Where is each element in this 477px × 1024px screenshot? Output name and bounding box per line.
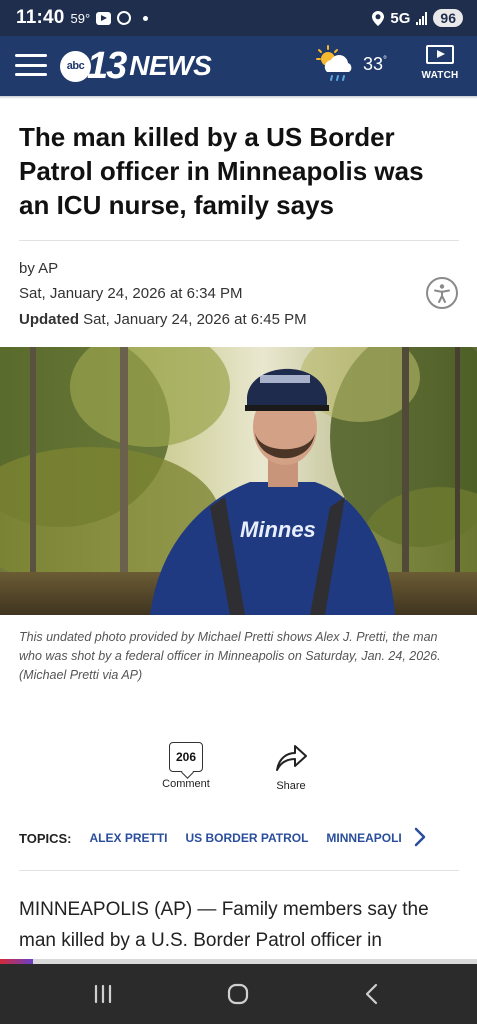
updated-date: Updated Sat, January 24, 2026 at 6:45 PM — [19, 311, 307, 328]
topic-minneapolis[interactable]: MINNEAPOLIS — [326, 831, 402, 845]
share-button[interactable]: Share — [260, 742, 322, 792]
jersey-text: Minnes — [240, 517, 316, 542]
back-icon[interactable] — [354, 982, 390, 1006]
photo-caption: This undated photo provided by Michael P… — [19, 630, 441, 682]
article-photo[interactable]: Minnes — [0, 347, 477, 615]
youtube-notification-icon — [96, 11, 112, 25]
topics-bar: TOPICS: ALEX PRETTI US BORDER PATROL MIN… — [19, 828, 469, 848]
weather-widget[interactable]: 33° — [313, 44, 387, 84]
comment-label: Comment — [162, 778, 210, 790]
partly-cloudy-rain-icon — [316, 45, 352, 81]
article-actions: 206 Comment Share — [0, 742, 477, 802]
system-nav-bar — [0, 964, 477, 1024]
article-byline: by AP — [19, 260, 59, 277]
home-icon[interactable] — [220, 982, 256, 1006]
battery-level: 96 — [433, 9, 463, 27]
status-time: 11:40 — [16, 7, 65, 28]
topic-alex-pretti[interactable]: ALEX PRETTI — [90, 831, 168, 845]
share-icon — [276, 745, 307, 771]
article-body: MINNEAPOLIS (AP) — Family members say th… — [19, 899, 429, 951]
article-headline: The man killed by a US Border Patrol off… — [19, 122, 424, 220]
app-header: abc 13 NEWS 33° WATCH — [0, 36, 477, 96]
published-date: Sat, January 24, 2026 at 6:34 PM — [19, 285, 243, 302]
accessibility-icon — [434, 284, 450, 303]
accessibility-button[interactable] — [426, 277, 458, 309]
current-temperature: 33° — [363, 53, 388, 74]
abc13-news-logo[interactable]: abc 13 NEWS — [60, 45, 212, 87]
divider — [19, 870, 459, 871]
header-shadow — [0, 96, 477, 99]
app-notification-icon — [117, 11, 132, 25]
signal-strength-icon — [416, 11, 428, 25]
more-notifications-dot-icon — [143, 15, 149, 21]
logo-number: 13 — [87, 45, 127, 87]
comment-count: 206 — [169, 742, 203, 772]
location-pin-icon — [372, 10, 385, 26]
share-label: Share — [276, 780, 306, 792]
topic-us-border-patrol[interactable]: US BORDER PATROL — [186, 831, 309, 845]
divider — [19, 240, 459, 241]
topics-label: TOPICS: — [19, 830, 72, 846]
network-type: 5G — [390, 9, 411, 27]
status-bar: 11:40 59° 5G 96 — [0, 0, 477, 36]
recent-apps-icon[interactable] — [85, 982, 121, 1006]
menu-icon[interactable] — [15, 54, 47, 76]
watch-button[interactable]: WATCH — [418, 42, 462, 90]
chevron-right-icon[interactable] — [412, 827, 428, 847]
article-photo-image: Minnes — [0, 347, 477, 615]
status-temperature: 59° — [70, 10, 91, 26]
logo-news: NEWS — [129, 50, 212, 81]
play-icon — [426, 45, 454, 64]
comment-button[interactable]: 206 Comment — [155, 742, 217, 790]
watch-label: WATCH — [421, 70, 459, 81]
